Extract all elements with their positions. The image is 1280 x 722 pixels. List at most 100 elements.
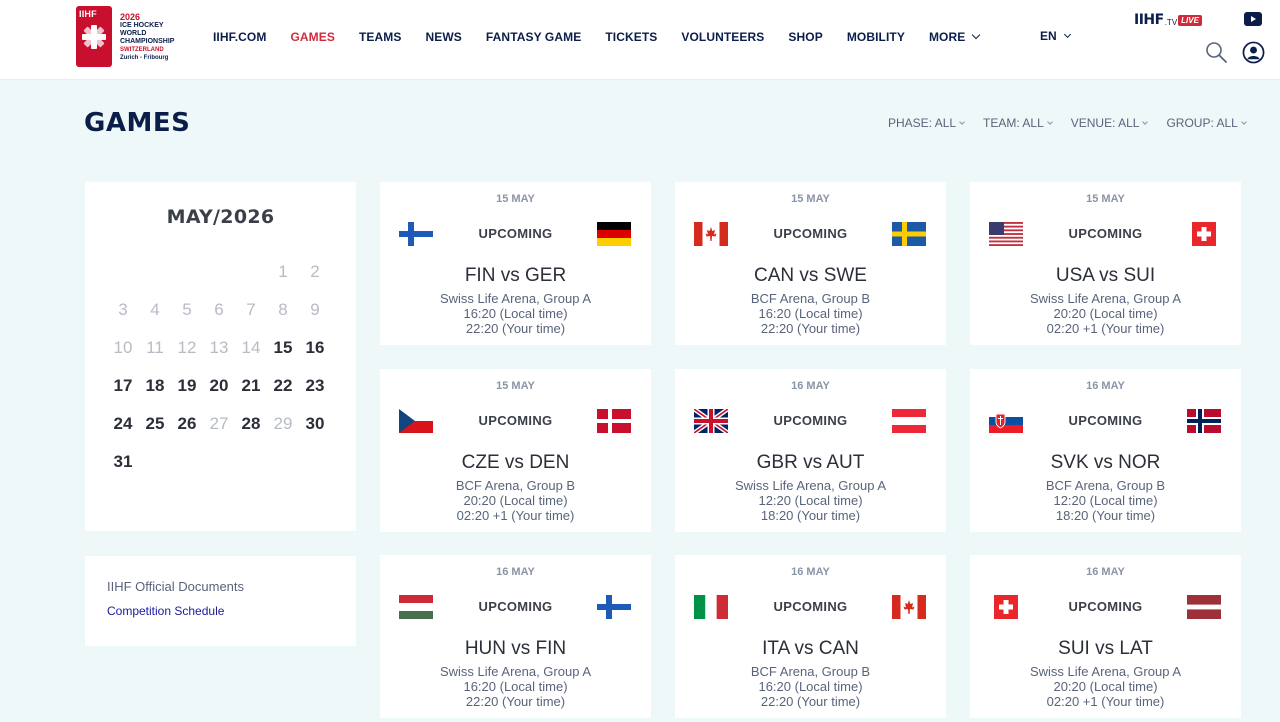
game-local-time: 16:20 (Local time): [463, 306, 568, 321]
calendar-day-26[interactable]: 26: [173, 414, 201, 434]
snowflake-cross-icon: [82, 25, 106, 49]
game-card-usa-sui[interactable]: 15 MAY UPCOMING USA vs SUI Swiss Life Arena…: [970, 182, 1241, 345]
nav-tickets[interactable]: TICKETS: [605, 30, 657, 44]
flag-fin-icon: [597, 595, 631, 619]
filter-venue[interactable]: VENUE: ALL: [1071, 116, 1149, 130]
game-venue: Swiss Life Arena, Group A: [734, 478, 887, 493]
game-card-fin-ger[interactable]: 15 MAY UPCOMING FIN vs GER Swiss Life Arena…: [380, 182, 651, 345]
game-card-sui-lat[interactable]: 16 MAY UPCOMING SUI vs LAT Swiss Life Arena…: [970, 555, 1241, 718]
calendar-day-20[interactable]: 20: [205, 376, 233, 396]
calendar-day-14: 14: [241, 338, 261, 357]
game-date: 15 MAY: [791, 193, 830, 205]
flag-usa-icon: [989, 222, 1023, 246]
game-local-time: 16:20 (Local time): [463, 679, 568, 694]
game-venue: Swiss Life Arena, Group A: [439, 664, 592, 679]
game-card-gbr-aut[interactable]: 16 MAY UPCOMING GBR vs AUT Swiss Life Arena…: [675, 369, 946, 532]
game-venue: BCF Arena, Group B: [750, 291, 871, 306]
logo-year: 2026: [120, 12, 141, 22]
nav-iihf-com[interactable]: IIHF.COM: [213, 30, 266, 44]
game-local-time: 20:20 (Local time): [463, 493, 568, 508]
game-status: UPCOMING: [478, 413, 553, 428]
nav-volunteers[interactable]: VOLUNTEERS: [681, 30, 764, 44]
calendar-day-30[interactable]: 30: [301, 414, 329, 434]
logo-line3: CHAMPIONSHIP: [120, 38, 175, 45]
game-local-time: 16:20 (Local time): [758, 306, 863, 321]
user-account-icon[interactable]: [1242, 41, 1265, 64]
game-teams: SUI vs LAT: [1058, 638, 1153, 659]
calendar-day-18[interactable]: 18: [141, 376, 169, 396]
calendar-day-17[interactable]: 17: [109, 376, 137, 396]
calendar-day-19[interactable]: 19: [173, 376, 201, 396]
search-icon[interactable]: [1204, 40, 1228, 64]
game-status: UPCOMING: [478, 599, 553, 614]
chevron-down-icon: [1046, 119, 1053, 125]
calendar-day-2: 2: [310, 262, 320, 281]
calendar-title: MAY/2026: [166, 206, 275, 228]
calendar-day-15[interactable]: 15: [269, 338, 297, 358]
game-card-hun-fin[interactable]: 16 MAY UPCOMING HUN vs FIN Swiss Life Arena…: [380, 555, 651, 718]
calendar-day-21[interactable]: 21: [237, 376, 265, 396]
calendar-day-24[interactable]: 24: [109, 414, 137, 434]
game-date: 15 MAY: [496, 380, 535, 392]
flag-ita-icon: [694, 595, 728, 619]
game-your-time: 22:20 (Your time): [760, 694, 861, 709]
logo-cities: Zurich - Fribourg: [120, 55, 169, 61]
youtube-icon[interactable]: [1244, 12, 1262, 26]
game-date: 16 MAY: [791, 566, 830, 578]
game-card-cze-den[interactable]: 15 MAY UPCOMING CZE vs DEN BCF Arena, Group…: [380, 369, 651, 532]
calendar-day-29: 29: [273, 414, 293, 433]
logo-iihf: IIHF: [79, 9, 97, 19]
game-venue: Swiss Life Arena, Group A: [1029, 664, 1182, 679]
nav-mobility[interactable]: MOBILITY: [847, 30, 905, 44]
calendar-day-13: 13: [209, 338, 229, 357]
nav-fantasy-game[interactable]: FANTASY GAME: [486, 30, 581, 44]
live-badge: LIVE: [1178, 14, 1202, 26]
game-status: UPCOMING: [773, 599, 848, 614]
documents-title: IIHF Official Documents: [107, 579, 245, 594]
game-your-time: 22:20 (Your time): [465, 694, 566, 709]
filter-phase[interactable]: PHASE: ALL: [888, 116, 965, 130]
calendar-day-22[interactable]: 22: [269, 376, 297, 396]
flag-can-icon: [694, 222, 728, 246]
championship-logo[interactable]: IIHF 2026 ICE HOCKEY WORLD CHAMPIONSHIP …: [76, 6, 191, 70]
game-card-svk-nor[interactable]: 16 MAY UPCOMING SVK vs NOR BCF Arena, Group…: [970, 369, 1241, 532]
game-venue: BCF Arena, Group B: [1045, 478, 1166, 493]
nav-news[interactable]: NEWS: [425, 30, 461, 44]
game-venue: Swiss Life Arena, Group A: [1029, 291, 1182, 306]
chevron-down-icon: [959, 119, 965, 125]
calendar-day-28[interactable]: 28: [237, 414, 265, 434]
calendar-day-23[interactable]: 23: [301, 376, 329, 396]
game-card-ita-can[interactable]: 16 MAY UPCOMING ITA vs CAN BCF Arena, Group…: [675, 555, 946, 718]
flag-lat-icon: [1187, 595, 1221, 619]
calendar-day-16[interactable]: 16: [301, 338, 329, 358]
iihf-tv-live-link[interactable]: IIHF .TV LIVE: [1134, 12, 1202, 28]
calendar-day-31[interactable]: 31: [109, 452, 137, 472]
flag-sui-icon: [1187, 222, 1221, 246]
chevron-down-icon: [1142, 119, 1149, 125]
filter-team[interactable]: TEAM: ALL: [983, 116, 1053, 130]
game-your-time: 02:20 +1 (Your time): [1046, 694, 1165, 709]
filter-group[interactable]: GROUP: ALL: [1166, 116, 1247, 130]
game-teams: USA vs SUI: [1055, 265, 1156, 286]
game-your-time: 22:20 (Your time): [760, 321, 861, 336]
game-local-time: 20:20 (Local time): [1053, 679, 1158, 694]
competition-schedule-link[interactable]: Competition Schedule: [107, 604, 224, 618]
nav-more[interactable]: MORE: [929, 30, 981, 44]
calendar-day-25[interactable]: 25: [141, 414, 169, 434]
flag-den-icon: [597, 409, 631, 433]
game-date: 15 MAY: [1086, 193, 1125, 205]
language-selector[interactable]: EN: [1040, 29, 1071, 43]
chevron-down-icon: [1063, 30, 1071, 39]
nav-teams[interactable]: TEAMS: [359, 30, 402, 44]
calendar-day-7: 7: [246, 300, 256, 319]
game-status: UPCOMING: [1068, 413, 1143, 428]
filter-bar: PHASE: ALL TEAM: ALL VENUE: ALL GROUP: A…: [888, 116, 1265, 130]
nav-games[interactable]: GAMES: [290, 30, 335, 44]
logo-mark: IIHF: [76, 6, 112, 67]
game-status: UPCOMING: [773, 413, 848, 428]
game-local-time: 12:20 (Local time): [1053, 493, 1158, 508]
nav-shop[interactable]: SHOP: [788, 30, 822, 44]
game-teams: SVK vs NOR: [1050, 452, 1161, 473]
game-date: 16 MAY: [1086, 380, 1125, 392]
game-card-can-swe[interactable]: 15 MAY UPCOMING CAN vs SWE BCF Arena, Group…: [675, 182, 946, 345]
